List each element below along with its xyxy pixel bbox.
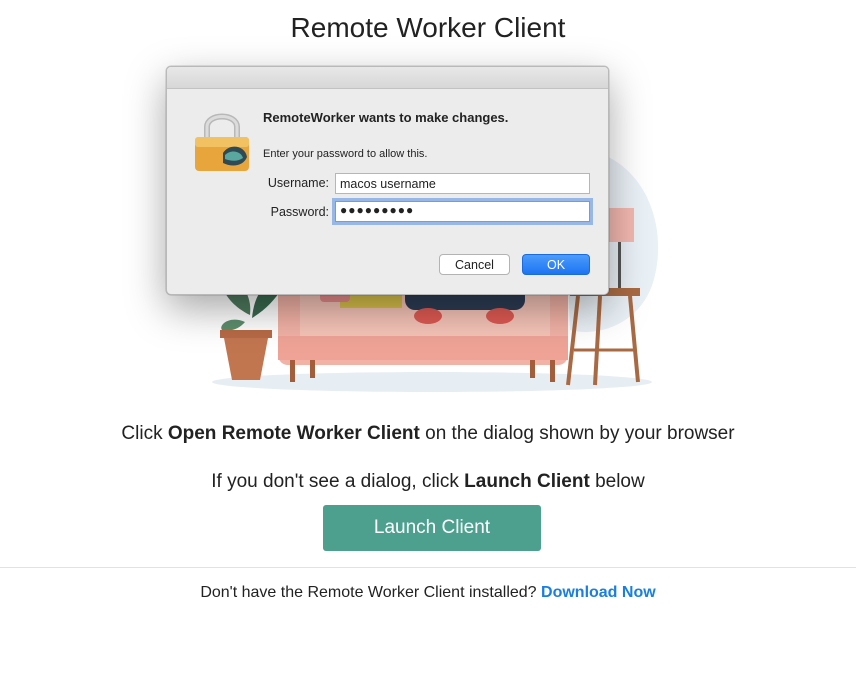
instruction-text: Click [121, 423, 168, 444]
instruction-emphasis: Launch Client [464, 471, 590, 492]
dialog-heading: RemoteWorker wants to make changes. [263, 110, 509, 125]
username-label: Username: [267, 176, 329, 190]
dialog-titlebar[interactable] [167, 67, 608, 89]
instruction-text: If you don't see a dialog, click [211, 471, 465, 492]
instruction-emphasis: Open Remote Worker Client [167, 423, 420, 444]
username-field[interactable] [335, 173, 590, 194]
instruction-text: below [589, 471, 645, 492]
instruction-open-client: Click Open Remote Worker Client on the d… [0, 423, 856, 445]
auth-dialog: RemoteWorker wants to make changes. Ente… [166, 66, 609, 295]
password-field[interactable]: ●●●●●●●●● [335, 201, 590, 222]
divider [0, 567, 856, 568]
dialog-message: Enter your password to allow this. [263, 148, 428, 160]
floor-shadow [212, 372, 652, 392]
password-label: Password: [270, 205, 329, 219]
footer-text: Don't have the Remote Worker Client inst… [200, 584, 542, 601]
ok-button[interactable]: OK [522, 254, 590, 275]
cancel-button[interactable]: Cancel [439, 254, 510, 275]
page-title: Remote Worker Client [290, 12, 566, 43]
instruction-text: on the dialog shown by your browser [419, 423, 735, 444]
lock-icon [195, 113, 249, 171]
footer: Don't have the Remote Worker Client inst… [0, 584, 856, 602]
instruction-launch: If you don't see a dialog, click Launch … [0, 471, 856, 493]
download-now-link[interactable]: Download Now [541, 584, 656, 601]
launch-client-button[interactable]: Launch Client [323, 505, 541, 551]
